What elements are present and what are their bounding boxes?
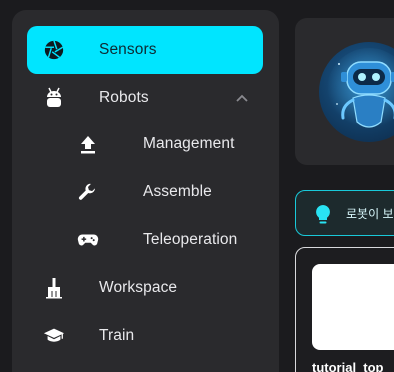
file-thumbnail <box>312 264 394 350</box>
sidebar-item-label: Assemble <box>143 183 212 200</box>
chevron-up-icon[interactable] <box>233 89 251 107</box>
sidebar-item-assemble[interactable]: Assemble <box>72 168 272 216</box>
upload-icon <box>76 132 100 156</box>
sidebar-item-workspace[interactable]: Workspace <box>27 264 263 312</box>
graduation-cap-icon <box>42 324 66 348</box>
profile-card <box>295 18 394 165</box>
sidebar-item-sensors[interactable]: Sensors <box>27 26 263 74</box>
sidebar-item-label: Train <box>99 327 135 344</box>
file-card[interactable]: tutorial_top <box>295 247 394 372</box>
aperture-icon <box>42 38 66 62</box>
sidebar-item-label: Management <box>143 135 235 152</box>
gamepad-icon <box>76 228 100 252</box>
android-icon <box>42 86 66 110</box>
sidebar-item-label: Workspace <box>99 279 178 296</box>
wrench-icon <box>76 180 100 204</box>
tip-banner[interactable]: 로봇이 보 <box>295 190 394 236</box>
tip-text: 로봇이 보 <box>346 207 394 221</box>
broom-icon <box>42 276 66 300</box>
sidebar-item-robots[interactable]: Robots <box>27 74 263 122</box>
sidebar-item-teleoperation[interactable]: Teleoperation <box>72 216 272 264</box>
lightbulb-icon <box>313 204 333 226</box>
sidebar-item-label: Teleoperation <box>143 231 238 248</box>
sidebar-item-train[interactable]: Train <box>27 312 263 360</box>
sidebar-item-management[interactable]: Management <box>72 120 272 168</box>
app-root: Sensors Robots Management Assemble Teleo… <box>0 0 394 372</box>
sidebar-item-label: Sensors <box>99 41 157 58</box>
file-name: tutorial_top <box>312 360 384 372</box>
avatar[interactable] <box>319 42 394 142</box>
sidebar: Sensors Robots Management Assemble Teleo… <box>12 10 279 372</box>
sidebar-item-label: Robots <box>99 89 149 106</box>
